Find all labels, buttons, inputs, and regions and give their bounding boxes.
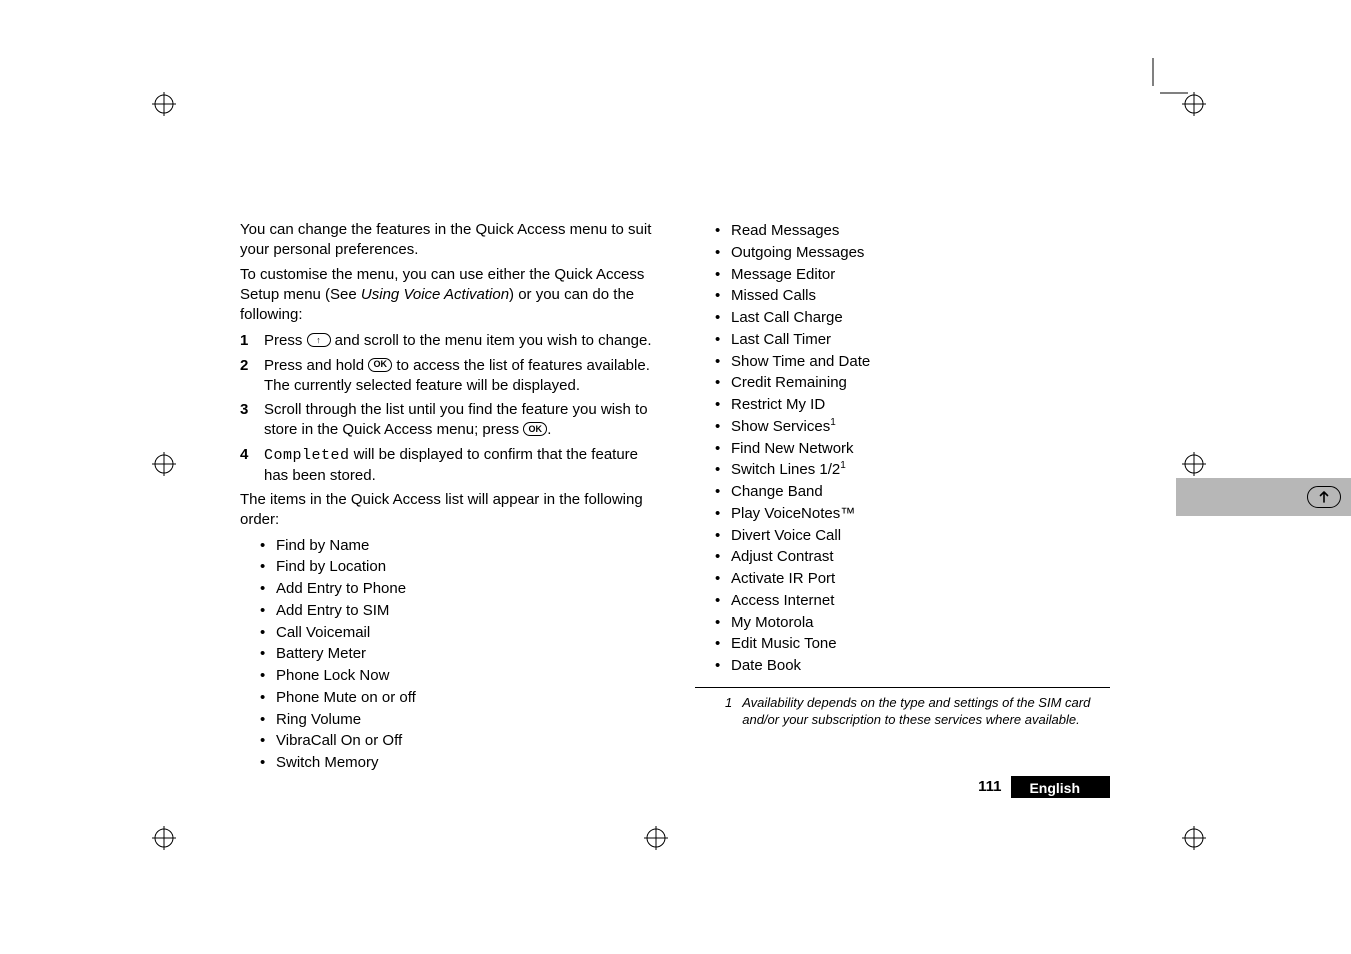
registration-mark-icon [152, 452, 176, 476]
list-item: Show Time and Date [715, 351, 1110, 373]
list-item: Phone Mute on or off [260, 687, 655, 709]
list-item: Credit Remaining [715, 372, 1110, 394]
footnote-divider [695, 687, 1110, 688]
list-item: Find by Location [260, 556, 655, 578]
list-item: Activate IR Port [715, 568, 1110, 590]
footnote-ref: 1 [840, 460, 846, 471]
list-item: Phone Lock Now [260, 665, 655, 687]
language-badge: English [1011, 776, 1110, 798]
list-item: Last Call Timer [715, 329, 1110, 351]
features-list-left: Find by Name Find by Location Add Entry … [260, 535, 655, 774]
list-item: Message Editor [715, 264, 1110, 286]
ok-key-icon: OK [368, 358, 392, 372]
registration-mark-icon [152, 826, 176, 850]
list-item: Find New Network [715, 438, 1110, 460]
intro-text: To customise the menu, you can use eithe… [240, 265, 655, 326]
completed-label: Completed [264, 447, 350, 464]
registration-mark-icon [1182, 826, 1206, 850]
left-column: You can change the features in the Quick… [240, 220, 655, 774]
manual-page: You can change the features in the Quick… [240, 220, 1110, 774]
list-item: Missed Calls [715, 285, 1110, 307]
list-item: Play VoiceNotes™ [715, 503, 1110, 525]
up-key-icon: ↑ [307, 333, 331, 347]
registration-mark-icon [644, 826, 668, 850]
steps-list: 1 Press ↑ and scroll to the menu item yo… [240, 331, 655, 486]
list-item: VibraCall On or Off [260, 730, 655, 752]
list-item: Access Internet [715, 590, 1110, 612]
list-item: Divert Voice Call [715, 525, 1110, 547]
list-item: Switch Lines 1/21 [715, 459, 1110, 481]
list-item: Find by Name [260, 535, 655, 557]
step-item: 1 Press ↑ and scroll to the menu item yo… [240, 331, 655, 351]
registration-mark-icon [1182, 452, 1206, 476]
list-item: Outgoing Messages [715, 242, 1110, 264]
registration-mark-icon [1182, 92, 1206, 116]
list-item: Read Messages [715, 220, 1110, 242]
list-item: Restrict My ID [715, 394, 1110, 416]
list-item: Add Entry to Phone [260, 578, 655, 600]
registration-mark-icon [152, 92, 176, 116]
list-item: Date Book [715, 655, 1110, 677]
list-item: Ring Volume [260, 709, 655, 731]
list-item: Call Voicemail [260, 622, 655, 644]
page-number: 111 [978, 776, 1011, 798]
step-item: 3 Scroll through the list until you find… [240, 400, 655, 441]
list-item: Battery Meter [260, 643, 655, 665]
list-item: My Motorola [715, 612, 1110, 634]
crop-mark-icon [1118, 58, 1188, 128]
footnote: 1 Availability depends on the type and s… [695, 694, 1110, 729]
intro-text: You can change the features in the Quick… [240, 220, 655, 261]
right-column: Read Messages Outgoing Messages Message … [695, 220, 1110, 774]
step-item: 2 Press and hold OK to access the list o… [240, 356, 655, 397]
list-intro-text: The items in the Quick Access list will … [240, 490, 655, 531]
list-item: Edit Music Tone [715, 633, 1110, 655]
list-item: Switch Memory [260, 752, 655, 774]
up-arrow-key-icon [1307, 486, 1341, 508]
list-item: Change Band [715, 481, 1110, 503]
list-item: Add Entry to SIM [260, 600, 655, 622]
list-item: Show Services1 [715, 416, 1110, 438]
side-tab [1176, 478, 1351, 516]
features-list-right: Read Messages Outgoing Messages Message … [715, 220, 1110, 677]
footnote-ref: 1 [830, 417, 836, 428]
list-item: Last Call Charge [715, 307, 1110, 329]
ok-key-icon: OK [523, 422, 547, 436]
step-item: 4 Completed will be displayed to confirm… [240, 445, 655, 487]
list-item: Adjust Contrast [715, 546, 1110, 568]
page-footer: 111 English [978, 776, 1110, 798]
